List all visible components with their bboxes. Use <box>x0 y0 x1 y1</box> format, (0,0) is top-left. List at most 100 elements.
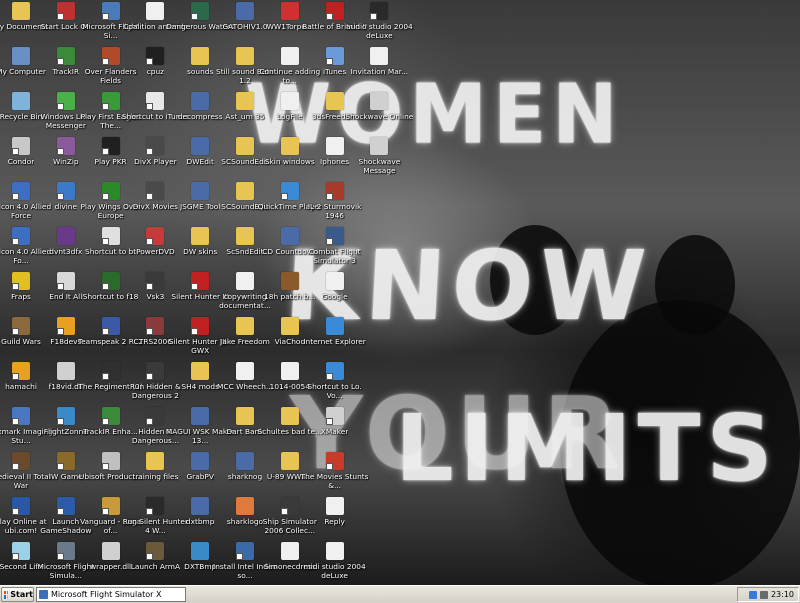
recycle-bin-icon <box>12 92 30 110</box>
desktop-icon[interactable]: Reply <box>299 497 371 541</box>
start-label: Start <box>10 590 33 599</box>
app-window-icon <box>236 2 254 20</box>
desktop-icon[interactable]: Internet Explorer <box>299 317 371 361</box>
ship-sim-icon <box>280 497 299 515</box>
first-eagles-icon <box>101 92 120 110</box>
magix-icon <box>370 2 389 20</box>
desktop-icon[interactable]: Shockwave Message <box>343 137 415 181</box>
movies-icon <box>325 452 344 470</box>
divx-icon <box>146 182 165 200</box>
desktop-icon-label: audio studio 2004 deLuxe <box>346 23 413 40</box>
volume-icon[interactable] <box>759 590 768 599</box>
shortcut-icon <box>325 362 344 380</box>
desktop-icon[interactable]: Invitation Mar... <box>343 47 415 91</box>
folder-icon <box>12 2 30 20</box>
shortcut-icon <box>101 227 120 245</box>
app-window-icon <box>191 137 210 155</box>
vanguard-icon <box>101 497 120 515</box>
hd2-icon <box>146 362 165 380</box>
document-icon <box>280 362 299 380</box>
folder-icon <box>236 227 254 245</box>
off-icon <box>101 47 120 65</box>
arma-icon <box>146 542 165 560</box>
ubi-icon <box>12 497 30 515</box>
folder-icon <box>236 47 254 65</box>
flight-sim-icon <box>101 2 120 20</box>
medieval-icon <box>12 452 30 470</box>
desktop-icon-label: midi studio 2004 deLuxe <box>303 563 366 580</box>
shockwave-icon <box>370 92 389 110</box>
itunes-icon <box>325 47 344 65</box>
desktop-icon-label: Google <box>321 293 348 301</box>
folder-icon <box>191 227 210 245</box>
app-window-icon <box>191 452 210 470</box>
dangerous-waters-icon <box>191 2 210 20</box>
desktop-icon[interactable]: IL-2 Sturmovik 1946 <box>299 182 371 226</box>
lock-on-icon <box>56 2 75 20</box>
image-icon <box>236 497 254 515</box>
regiment-icon <box>101 362 120 380</box>
computer-icon <box>12 47 30 65</box>
document-icon <box>146 2 165 20</box>
desktop-icon-label: Shockwave Online <box>345 113 414 121</box>
ubisoft-icon <box>101 452 120 470</box>
gameshadow-icon <box>56 497 75 515</box>
f18-icon <box>56 317 75 335</box>
document-icon <box>325 542 344 560</box>
desktop-icon-label: Reply <box>324 518 345 526</box>
desktop-icon[interactable]: Shortcut to Lo. Vo... <box>299 362 371 406</box>
desktop-icon[interactable]: Google <box>299 272 371 316</box>
folder-icon <box>191 47 210 65</box>
folder-icon <box>280 407 299 425</box>
desktop-icon[interactable]: Shockwave Online <box>343 92 415 136</box>
dll-icon <box>101 542 120 560</box>
falcon-icon <box>12 182 30 200</box>
end-it-all-icon <box>56 272 75 290</box>
document-icon <box>236 362 254 380</box>
app-window-icon <box>191 92 210 110</box>
divine-icon <box>56 182 75 200</box>
iw-game-icon <box>56 452 75 470</box>
ie-icon <box>325 317 344 335</box>
desktop-icon-label: Combat Flight Simulator 3 <box>308 248 361 265</box>
document-icon <box>325 137 344 155</box>
start-button[interactable]: Start <box>1 587 34 602</box>
desktop-icon[interactable]: Combat Flight Simulator 3 <box>299 227 371 271</box>
falcon-icon <box>12 227 30 245</box>
document-icon <box>236 272 254 290</box>
desktop-icon-label: The Movies Stunts &... <box>300 473 369 490</box>
desktop-icon[interactable]: The Movies Stunts &... <box>299 452 371 496</box>
folder-icon <box>236 92 254 110</box>
vsk3-icon <box>146 272 165 290</box>
folder-icon <box>236 317 254 335</box>
guild-wars-icon <box>12 317 30 335</box>
folder-icon <box>325 92 344 110</box>
desktop-icon-label: Shortcut to Lo. Vo... <box>307 383 362 400</box>
battle-of-britain-icon <box>325 2 344 20</box>
folder-icon <box>280 452 299 470</box>
taskbar: Start Microsoft Flight Simulator X 23:10 <box>0 585 800 603</box>
clock[interactable]: 23:10 <box>771 588 794 601</box>
desktop-icon[interactable]: audio studio 2004 deLuxe <box>343 2 415 46</box>
taskbar-button-flight-sim[interactable]: Microsoft Flight Simulator X <box>36 587 186 602</box>
il2-icon <box>325 182 344 200</box>
network-icon[interactable] <box>748 590 757 599</box>
winzip-icon <box>56 137 75 155</box>
itunes-icon <box>146 92 165 110</box>
hamachi-icon <box>12 362 30 380</box>
windows-flag-icon <box>4 590 9 599</box>
second-life-icon <box>12 542 30 560</box>
desktop-icon-label: XMaker <box>320 428 349 436</box>
desktop-icon[interactable]: XMaker <box>299 407 371 451</box>
desktop-icon-label: Vsk3 <box>146 293 165 301</box>
document-icon <box>325 497 344 515</box>
sh3-icon <box>191 317 210 335</box>
trackir-icon <box>56 47 75 65</box>
app-window-icon <box>191 407 210 425</box>
desktop-icon-label: IL-2 Sturmovik 1946 <box>307 203 362 220</box>
app-window-icon <box>236 452 254 470</box>
sh3-icon <box>191 272 210 290</box>
messenger-icon <box>56 92 75 110</box>
flightzone-icon <box>56 407 75 425</box>
desktop-icon[interactable]: midi studio 2004 deLuxe <box>299 542 371 585</box>
